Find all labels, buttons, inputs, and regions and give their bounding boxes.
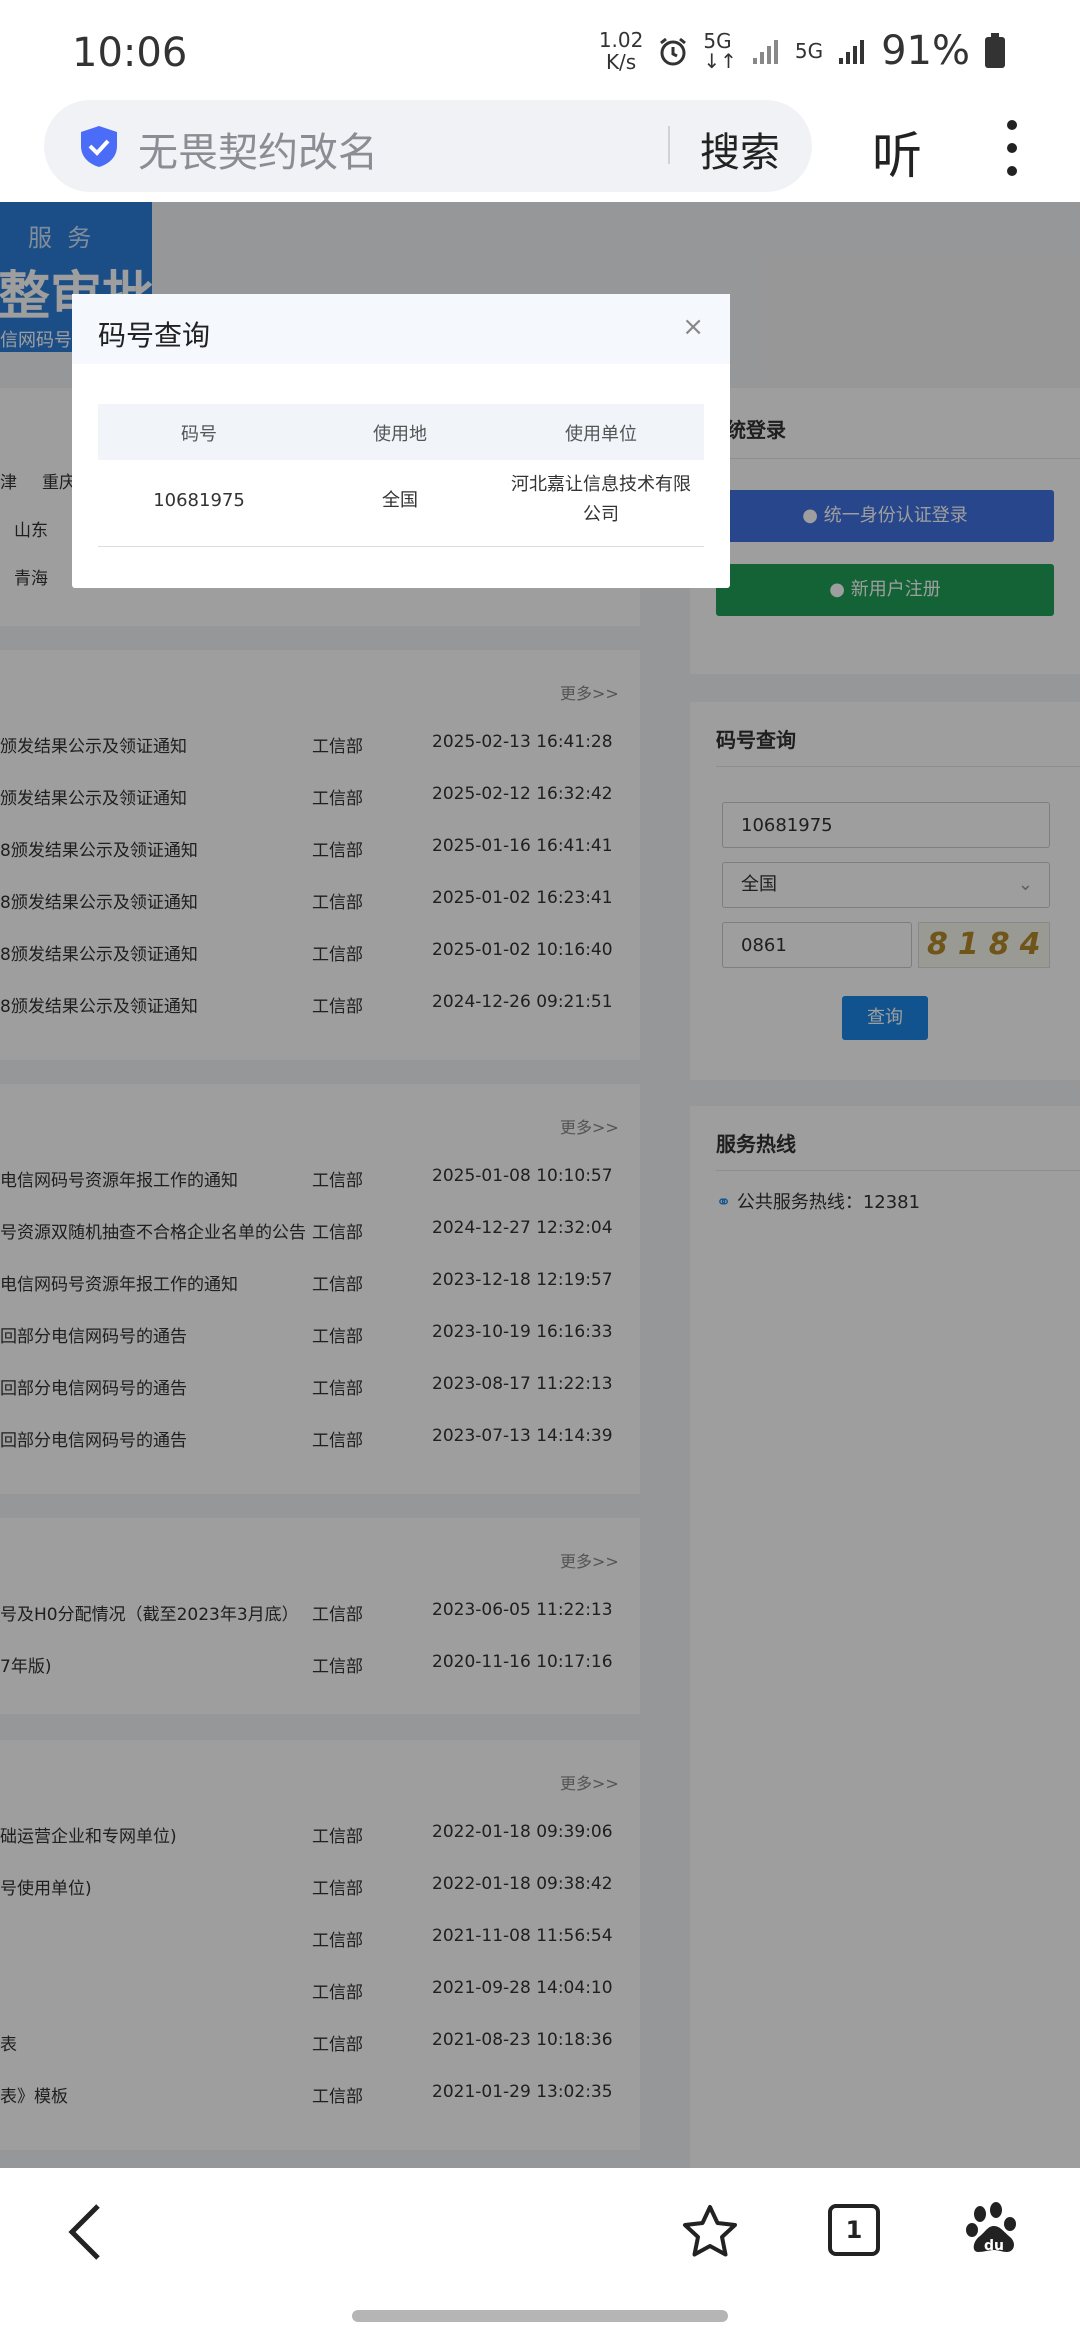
listen-button[interactable]: 听 <box>872 116 922 188</box>
browser-bottom-bar: 1 du <box>0 2168 1080 2340</box>
result-table-header: 码号 使用地 使用单位 <box>98 404 704 460</box>
result-region: 全国 <box>382 490 418 511</box>
battery-percent: 91% <box>881 28 970 74</box>
signal-icon-2 <box>839 40 865 64</box>
status-icons: 1.02 K/s 5G ↓↑ 5G 91% <box>599 28 1006 74</box>
search-button[interactable]: 搜索 <box>700 120 780 178</box>
search-query-text[interactable]: 无畏契约改名 <box>138 120 378 178</box>
modal-title: 码号查询 <box>98 319 211 352</box>
result-unit: 河北嘉让信息技术有限 公司 <box>511 474 691 525</box>
column-header: 使用单位 <box>565 424 637 445</box>
status-time: 10:06 <box>72 30 188 76</box>
status-bar: 10:06 1.02 K/s 5G ↓↑ 5G 91% <box>0 0 1080 100</box>
shield-icon <box>81 126 117 167</box>
tabs-button[interactable]: 1 <box>828 2204 880 2256</box>
star-icon[interactable] <box>680 2202 740 2262</box>
more-menu-icon[interactable] <box>1000 120 1024 176</box>
home-indicator[interactable] <box>352 2310 728 2322</box>
baidu-paw-icon[interactable]: du <box>964 2200 1024 2260</box>
column-header: 码号 <box>181 424 217 445</box>
alarm-icon <box>660 37 687 66</box>
net-speed: 1.02 K/s <box>598 28 644 74</box>
signal-icon <box>752 40 778 64</box>
close-icon[interactable]: × <box>682 312 704 342</box>
svg-text:du: du <box>984 2238 1004 2254</box>
query-result-modal: 码号查询 × 码号 使用地 使用单位 10681975 全国 河北嘉让信息技术有… <box>72 294 730 588</box>
divider <box>98 546 704 547</box>
battery-icon <box>985 33 1005 68</box>
column-header: 使用地 <box>373 424 427 445</box>
back-icon[interactable] <box>64 2202 108 2262</box>
network-5g-icon: 5G ↓↑ <box>703 29 737 73</box>
browser-toolbar: 无畏契约改名 搜索 听 <box>0 100 1080 202</box>
modal-header: 码号查询 × <box>72 294 730 364</box>
search-box[interactable]: 无畏契约改名 搜索 <box>44 100 812 192</box>
result-number: 10681975 <box>153 490 245 511</box>
network-5g-icon-2: 5G <box>794 39 824 63</box>
divider <box>668 126 670 164</box>
